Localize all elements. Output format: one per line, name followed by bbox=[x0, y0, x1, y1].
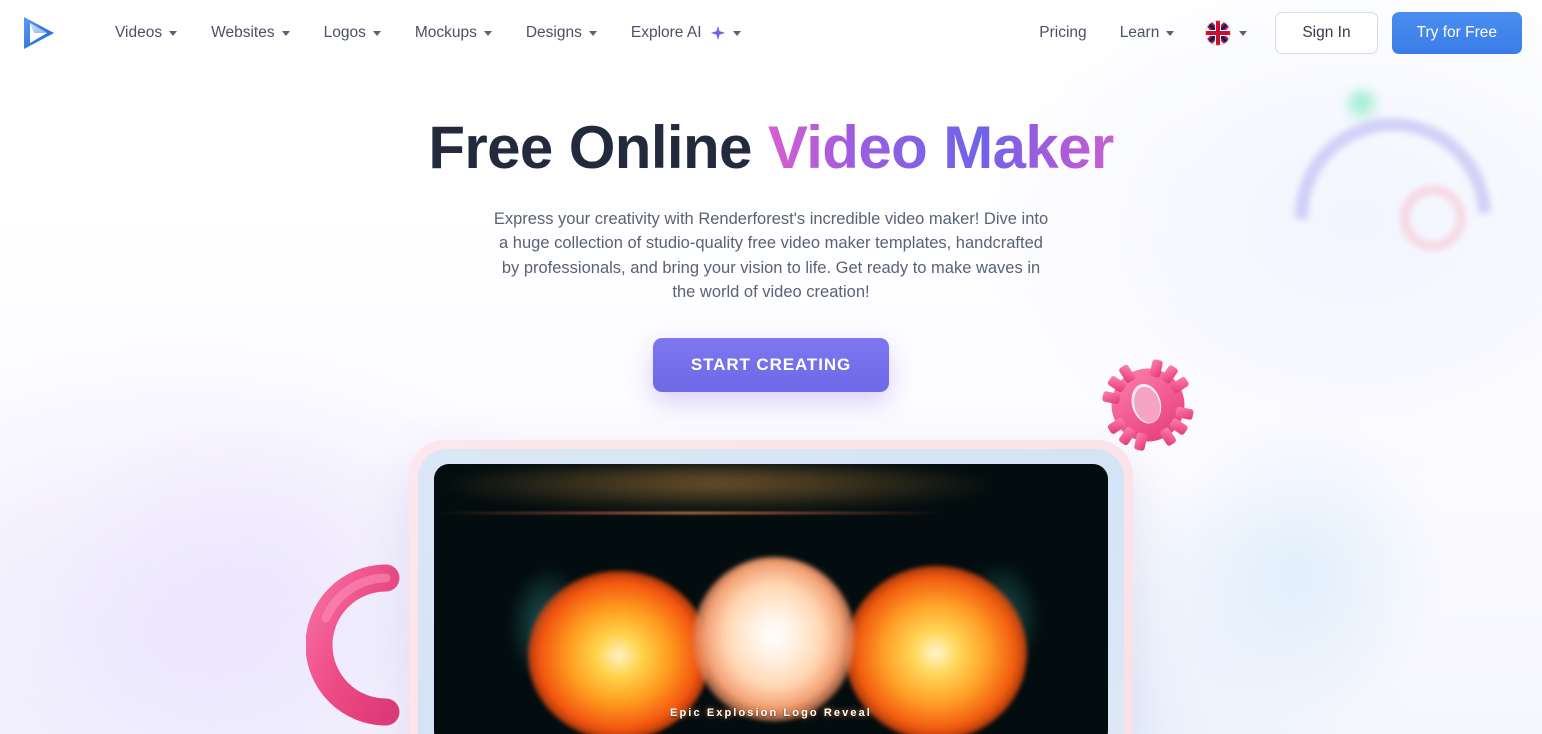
chevron-down-icon bbox=[1166, 30, 1175, 36]
page-title: Free Online Video Maker bbox=[0, 114, 1542, 181]
hero-description: Express your creativity with Renderfores… bbox=[493, 209, 1049, 302]
soft-lilac-blob bbox=[40, 430, 460, 734]
video-preview[interactable]: Epic Explosion Logo Reveal bbox=[434, 464, 1108, 734]
explosion-burst-center bbox=[693, 557, 856, 721]
chevron-down-icon bbox=[372, 30, 381, 36]
chevron-down-icon bbox=[483, 30, 492, 36]
page-title-plain: Free Online bbox=[428, 114, 768, 181]
nav-item-designs[interactable]: Designs bbox=[509, 16, 614, 50]
try-for-free-button[interactable]: Try for Free bbox=[1391, 12, 1522, 54]
chevron-down-icon bbox=[169, 30, 178, 36]
nav-label: Designs bbox=[525, 24, 582, 41]
nav-item-logos[interactable]: Logos bbox=[307, 16, 398, 50]
page-title-gradient: Video Maker bbox=[767, 114, 1114, 181]
hero-section: Free Online Video Maker Express your cre… bbox=[0, 114, 1542, 393]
secondary-nav: Pricing Learn Sign In Try for Free bbox=[1023, 12, 1522, 54]
device-bezel: Epic Explosion Logo Reveal bbox=[418, 449, 1124, 734]
nav-item-videos[interactable]: Videos bbox=[98, 16, 194, 50]
video-caption: Epic Explosion Logo Reveal bbox=[670, 706, 872, 719]
navbar: Videos Websites Logos Mockups Designs Ex bbox=[0, 0, 1542, 66]
nav-item-explore-ai[interactable]: Explore AI bbox=[614, 16, 758, 50]
chevron-down-icon bbox=[281, 30, 290, 36]
chevron-down-icon bbox=[732, 30, 741, 36]
start-creating-button[interactable]: START CREATING bbox=[652, 338, 890, 393]
chevron-down-icon bbox=[588, 30, 597, 36]
nav-item-mockups[interactable]: Mockups bbox=[398, 16, 509, 50]
language-selector[interactable] bbox=[1191, 12, 1259, 54]
nav-item-websites[interactable]: Websites bbox=[194, 16, 306, 50]
device-frame: Epic Explosion Logo Reveal bbox=[409, 440, 1133, 734]
nav-label: Videos bbox=[115, 24, 163, 41]
brand-logo[interactable] bbox=[10, 15, 68, 51]
primary-nav: Videos Websites Logos Mockups Designs Ex bbox=[98, 16, 758, 50]
soft-blue-blob bbox=[1150, 430, 1450, 710]
nav-label: Explore AI bbox=[630, 24, 702, 41]
play-triangle-logo-icon bbox=[24, 17, 54, 49]
nav-label: Websites bbox=[211, 24, 275, 41]
explosion-streak bbox=[434, 511, 947, 514]
nav-item-learn[interactable]: Learn bbox=[1103, 16, 1192, 50]
sparkle-icon bbox=[710, 25, 726, 41]
nav-label: Mockups bbox=[414, 24, 477, 41]
explosion-floor-glow bbox=[434, 464, 1001, 512]
page-root: Videos Websites Logos Mockups Designs Ex bbox=[0, 0, 1542, 734]
nav-item-pricing[interactable]: Pricing bbox=[1023, 16, 1102, 50]
sign-in-button[interactable]: Sign In bbox=[1275, 12, 1378, 54]
pink-arc-decor bbox=[305, 552, 402, 734]
chevron-down-icon bbox=[1239, 30, 1248, 36]
uk-flag-icon bbox=[1205, 20, 1232, 46]
nav-label: Learn bbox=[1119, 24, 1160, 41]
nav-label: Logos bbox=[323, 24, 366, 41]
